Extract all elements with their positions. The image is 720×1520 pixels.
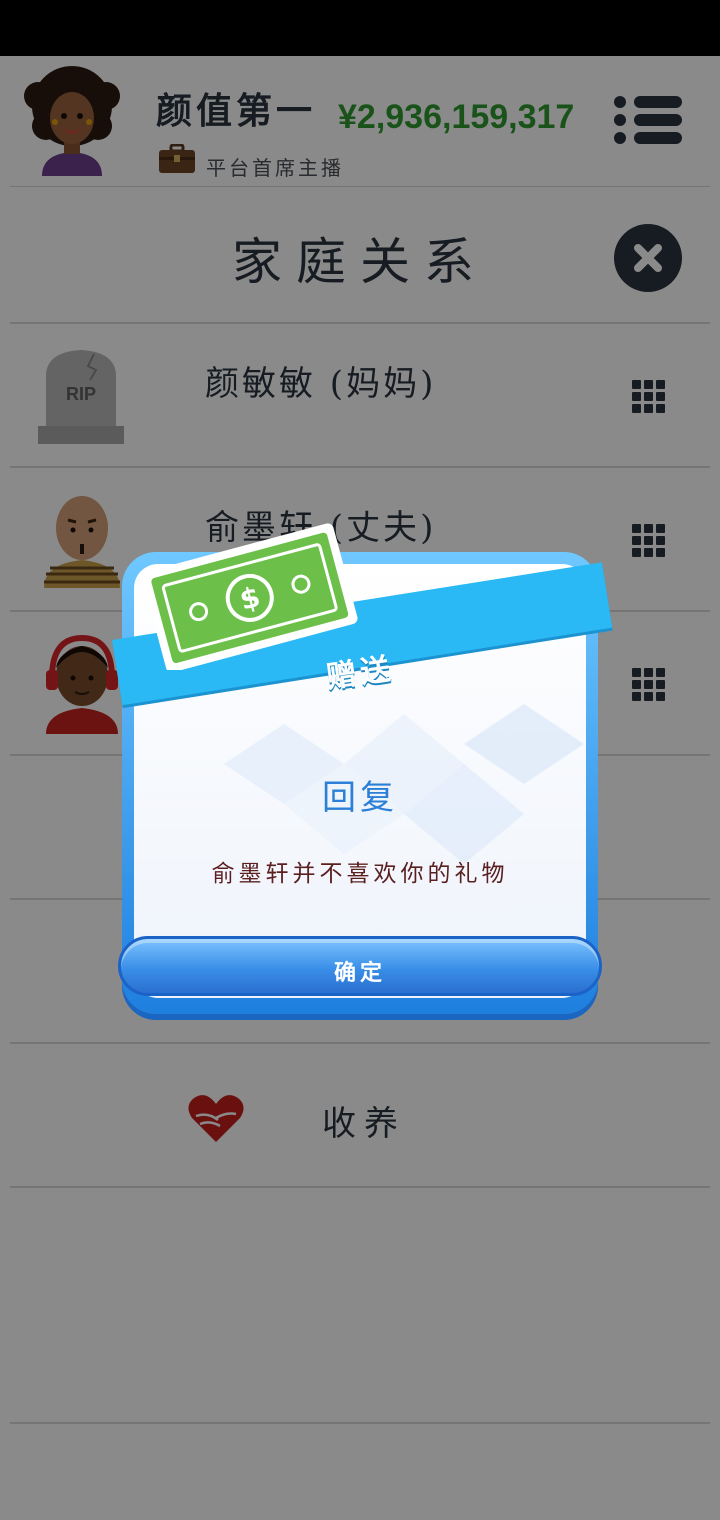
dialog-ribbon-title: 赠送: [324, 651, 397, 696]
confirm-button[interactable]: 确定: [118, 936, 602, 996]
confirm-button-label: 确定: [333, 960, 386, 986]
dollar-bill-icon: $: [142, 523, 358, 670]
dialog-message: 俞墨轩并不喜欢你的礼物: [211, 861, 509, 887]
status-bar: [0, 0, 720, 56]
dialog-title: 回复: [322, 778, 398, 818]
